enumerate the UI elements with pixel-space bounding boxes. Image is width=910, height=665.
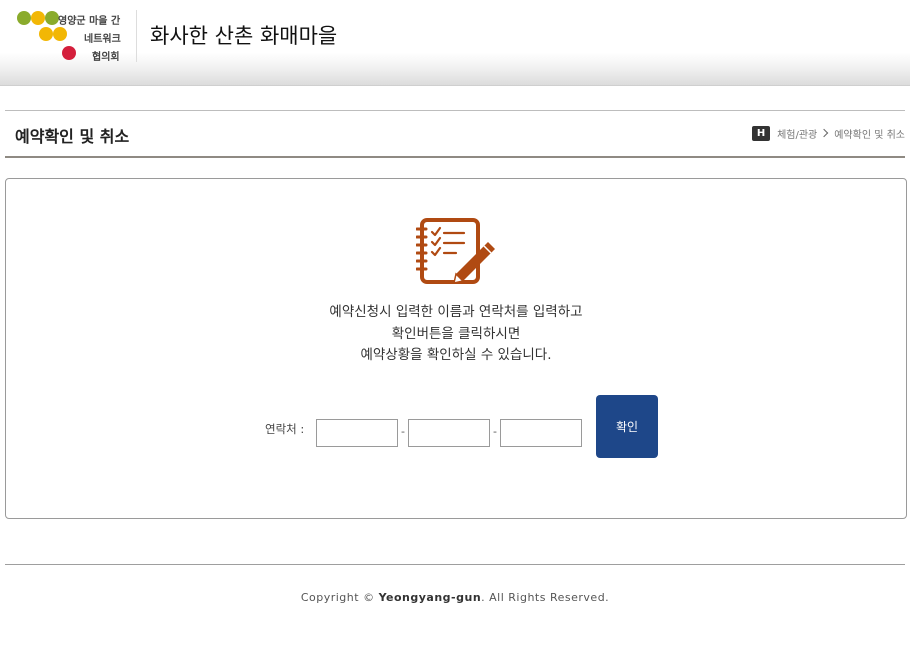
page-title: 예약확인 및 취소 xyxy=(15,127,130,146)
logo-dot-green-1 xyxy=(17,11,31,25)
logo-line-3: 협의회 xyxy=(92,52,120,63)
logo-dot-yellow-2 xyxy=(39,27,53,41)
footer-divider xyxy=(5,564,905,565)
copyright: Copyright © Yeongyang-gun. All Rights Re… xyxy=(0,591,910,604)
header-divider xyxy=(136,10,137,62)
chevron-right-icon xyxy=(819,128,829,138)
instruction-line-3: 예약상황을 확인하실 수 있습니다. xyxy=(360,347,552,363)
logo-dot-yellow-1 xyxy=(31,11,45,25)
breadcrumb: H 체험/관광 예약확인 및 취소 xyxy=(752,125,905,141)
logo-line-2: 네트워크 xyxy=(84,34,121,45)
phone-input-3[interactable] xyxy=(500,419,582,447)
phone-separator-1: - xyxy=(401,425,405,438)
copyright-prefix: Copyright © xyxy=(300,591,375,604)
copyright-suffix: . All Rights Reserved. xyxy=(481,591,610,604)
notebook-checklist-pencil-icon xyxy=(416,218,495,284)
phone-input-1[interactable] xyxy=(316,419,398,447)
logo-dot-red xyxy=(62,46,76,60)
phone-input-2[interactable] xyxy=(408,419,490,447)
instruction-line-1: 예약신청시 입력한 이름과 연락처를 입력하고 xyxy=(329,304,583,320)
instruction-line-2: 확인버튼을 클릭하시면 xyxy=(391,325,521,342)
network-logo[interactable]: 영양군 마을 간 네트워크 협의회 xyxy=(14,8,136,64)
phone-form: 연락처 : - - 확인 xyxy=(6,395,906,459)
site-title[interactable]: 화사한 산촌 화매마을 xyxy=(150,20,337,50)
breadcrumb-item-experience[interactable]: 체험/관광 xyxy=(777,126,817,141)
confirm-button[interactable]: 확인 xyxy=(596,395,658,458)
reservation-check-panel: 예약신청시 입력한 이름과 연락처를 입력하고 확인버튼을 클릭하시면 예약상황… xyxy=(5,178,907,519)
logo-dot-green-2 xyxy=(45,11,59,25)
home-icon[interactable]: H xyxy=(752,125,771,141)
breadcrumb-item-current: 예약확인 및 취소 xyxy=(834,129,905,141)
instruction-text: 예약신청시 입력한 이름과 연락처를 입력하고 확인버튼을 클릭하시면 예약상황… xyxy=(6,302,906,367)
page-title-bar: 예약확인 및 취소 H 체험/관광 예약확인 및 취소 xyxy=(5,110,905,158)
logo-dot-yellow-3 xyxy=(53,27,67,41)
phone-label: 연락처 : xyxy=(265,422,305,436)
site-header: 영양군 마을 간 네트워크 협의회 화사한 산촌 화매마을 xyxy=(0,0,910,86)
copyright-brand: Yeongyang-gun xyxy=(378,591,482,604)
logo-line-1: 영양군 마을 간 xyxy=(58,16,121,27)
phone-separator-2: - xyxy=(493,425,497,438)
